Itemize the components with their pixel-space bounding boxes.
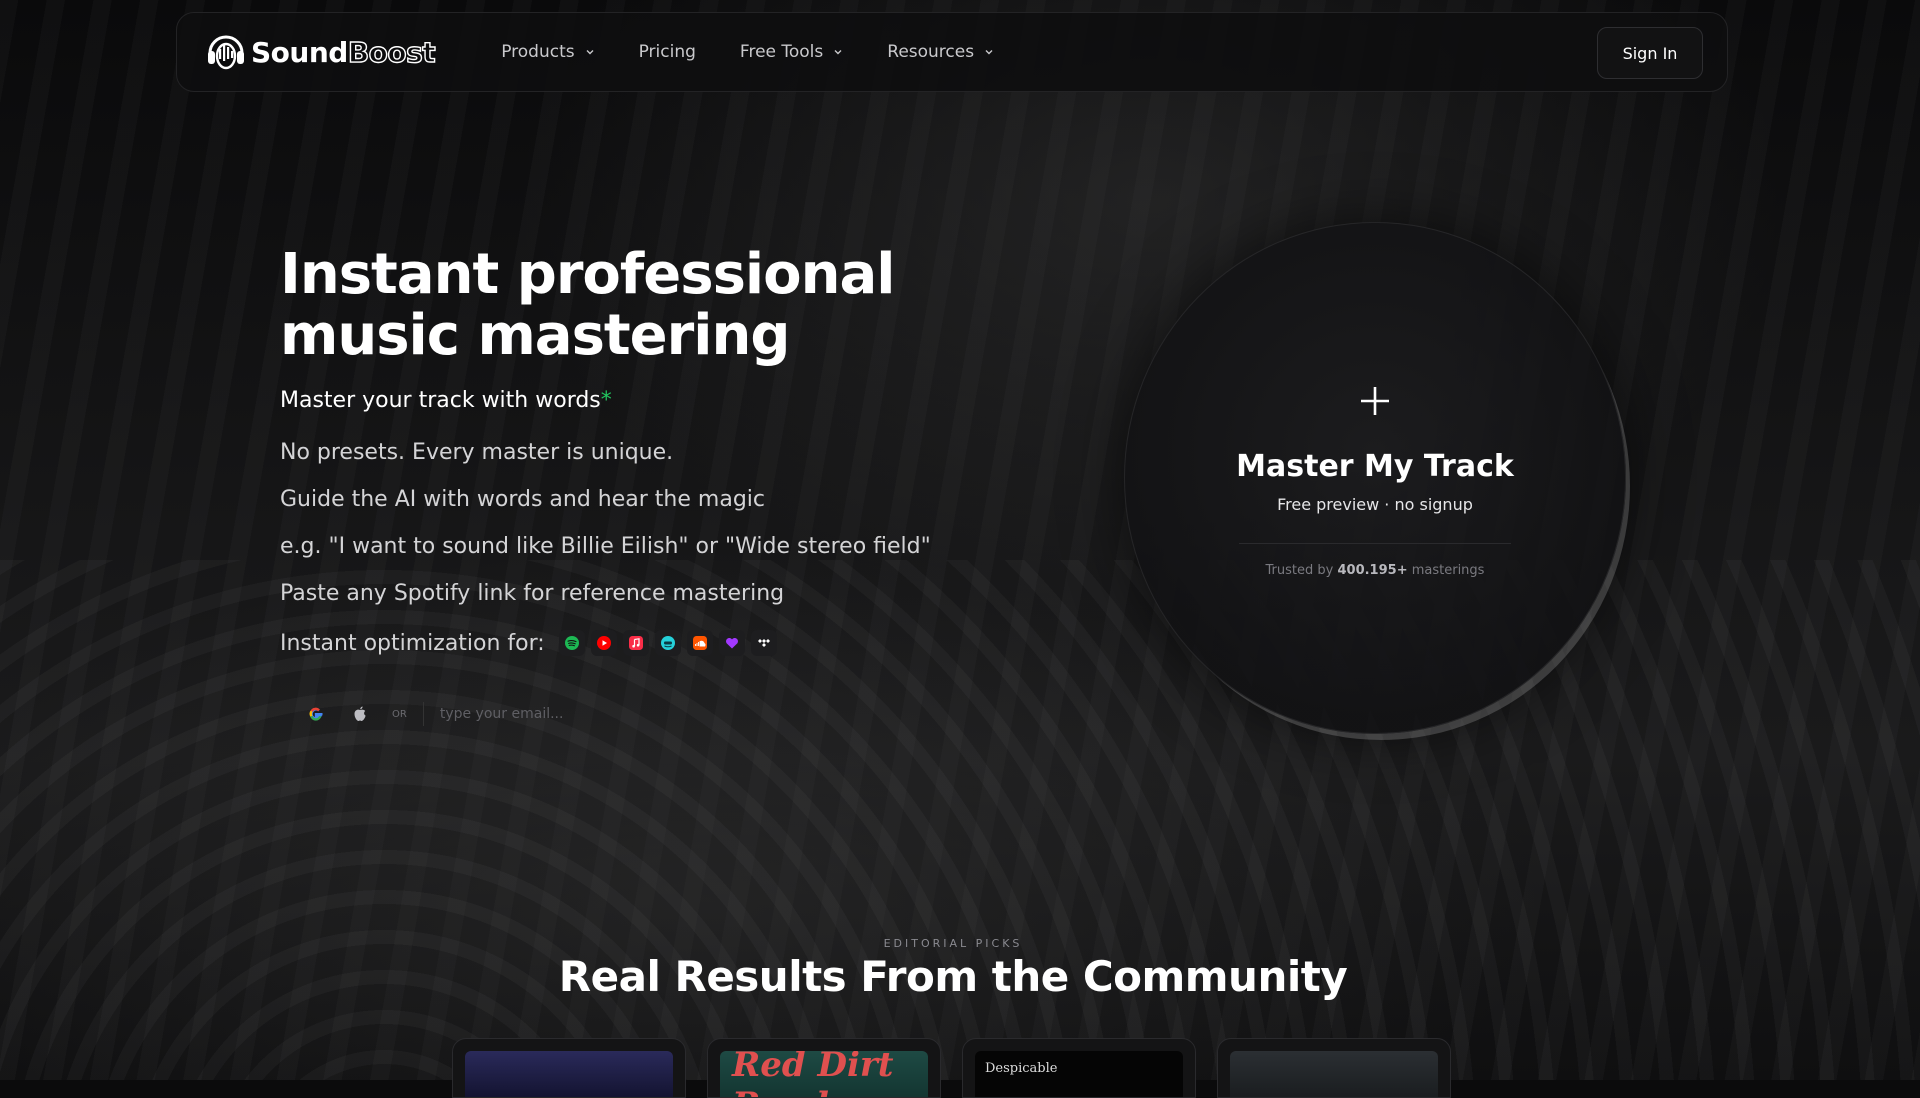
section-title: Real Results From the Community: [558, 952, 1348, 1001]
cta-title: Master My Track: [1236, 449, 1514, 484]
nav-item-label: Resources: [887, 42, 975, 62]
platform-optimization-row: Instant optimization for:: [280, 630, 783, 656]
section-eyebrow: EDITORIAL PICKS: [883, 937, 1023, 950]
nav-item-products[interactable]: Products: [501, 42, 594, 62]
artwork-title: Despicable: [985, 1061, 1058, 1076]
nav-item-label: Free Tools: [739, 42, 824, 62]
community-card[interactable]: [1217, 1038, 1451, 1098]
community-card[interactable]: Despicable: [962, 1038, 1196, 1098]
cta-subtitle: Free preview · no signup: [1277, 495, 1473, 514]
hero-title-line-2: music mastering: [280, 303, 790, 368]
cta-divider: [1239, 543, 1511, 544]
feature-line: Guide the AI with words and hear the mag…: [280, 487, 765, 512]
plus-icon: [1361, 387, 1389, 415]
heart-icon: [718, 630, 745, 656]
community-card[interactable]: Red Dirt Road: [707, 1038, 941, 1098]
album-artwork: [1230, 1051, 1438, 1097]
optimization-label: Instant optimization for:: [280, 630, 545, 656]
chevron-down-icon: [834, 50, 842, 55]
master-my-track-dropzone[interactable]: Master My Track Free preview · no signup…: [1124, 222, 1626, 734]
chevron-down-icon: [985, 50, 993, 55]
feature-line: No presets. Every master is unique.: [280, 440, 674, 465]
apple-signin-button[interactable]: [346, 700, 374, 728]
tidal-icon: [750, 630, 777, 656]
chevron-down-icon: [586, 50, 594, 55]
hero-title: Instant professional music mastering: [280, 244, 980, 366]
tagline-text: Master your track with words: [280, 388, 601, 413]
artwork-title: Red Dirt Road: [732, 1051, 894, 1097]
brand-name: SoundBoost: [251, 35, 436, 69]
trust-count: 400.195+: [1337, 563, 1408, 578]
nav-item-resources[interactable]: Resources: [887, 42, 994, 62]
nav-item-label: Pricing: [638, 42, 696, 62]
apple-icon: [354, 706, 366, 721]
community-card[interactable]: [452, 1038, 686, 1098]
vertical-divider: [422, 702, 424, 726]
album-artwork: Red Dirt Road: [720, 1051, 928, 1097]
album-artwork: [465, 1051, 673, 1097]
brand-logo[interactable]: SoundBoost: [205, 31, 436, 73]
community-cards: Red Dirt Road Despicable: [452, 1038, 1472, 1098]
headphones-logo-icon: [208, 35, 244, 70]
main-menu: Products Pricing Free Tools Resources: [501, 42, 1038, 62]
nav-item-label: Products: [501, 42, 575, 62]
youtube-icon: [590, 630, 617, 656]
google-signin-button[interactable]: [302, 700, 330, 728]
email-input[interactable]: [437, 698, 662, 730]
nav-item-free-tools[interactable]: Free Tools: [740, 42, 843, 62]
feature-line: e.g. "I want to sound like Billie Eilish…: [280, 534, 931, 559]
top-navbar: SoundBoost Products Pricing Free Tools R…: [176, 12, 1728, 92]
trust-line: Trusted by 400.195+ masterings: [1125, 563, 1625, 578]
trust-suffix: masterings: [1407, 563, 1485, 578]
apple-music-icon: [622, 630, 649, 656]
amazon-music-icon: [654, 630, 681, 656]
album-artwork: Despicable: [975, 1051, 1183, 1097]
feature-line: Paste any Spotify link for reference mas…: [280, 581, 785, 606]
hero-title-line-1: Instant professional: [280, 242, 895, 307]
hero-tagline: Master your track with words*: [280, 388, 612, 413]
nav-item-pricing[interactable]: Pricing: [639, 42, 696, 62]
soundcloud-icon: [686, 630, 713, 656]
spotify-icon: [558, 630, 585, 656]
google-icon: [309, 707, 323, 721]
quick-signup-row: OR: [302, 698, 662, 730]
tagline-asterisk: *: [600, 388, 612, 413]
or-separator: OR: [392, 708, 407, 720]
trust-prefix: Trusted by: [1265, 563, 1338, 578]
sign-in-button[interactable]: Sign In: [1597, 27, 1703, 79]
